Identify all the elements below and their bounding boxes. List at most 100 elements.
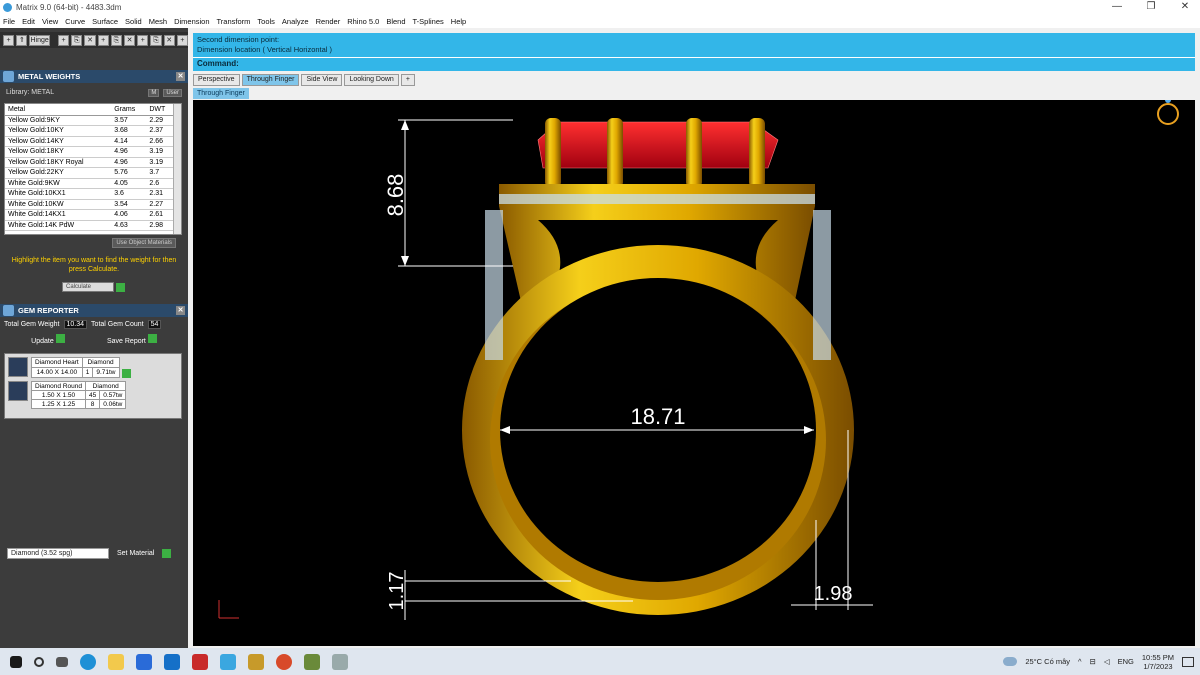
menu-help[interactable]: Help	[451, 17, 466, 26]
table-row[interactable]: White Gold:14K PdW 4.63 2.98	[5, 220, 175, 231]
library-user-toggle[interactable]: User	[163, 89, 182, 97]
set-material-go-icon[interactable]	[162, 549, 172, 558]
tool-hinge-button[interactable]: Hinge	[29, 34, 50, 46]
calculate-button[interactable]: Calculate	[62, 282, 114, 292]
network-icon[interactable]: ⊟	[1090, 657, 1096, 666]
table-row[interactable]: Yellow Gold:18KY Royal 4.96 3.19	[5, 157, 175, 168]
menu-surface[interactable]: Surface	[92, 17, 118, 26]
command-prompt[interactable]: Command:	[193, 57, 1195, 70]
edge-icon[interactable]	[80, 653, 96, 670]
tool-copy-button[interactable]: ⎘	[71, 34, 83, 46]
viewport-3d[interactable]: 8.68 18.71 1.17 1.98	[193, 97, 1195, 646]
save-report-go-icon[interactable]	[147, 334, 157, 343]
tool-add-button[interactable]: +	[176, 34, 189, 46]
app-red-icon[interactable]	[192, 653, 208, 670]
tray-chevron-icon[interactable]: ^	[1078, 657, 1082, 666]
notifications-icon[interactable]	[1182, 656, 1194, 667]
tab-looking-down[interactable]: Looking Down	[344, 74, 399, 86]
tool-delete-button[interactable]: ✕	[163, 34, 175, 46]
gem-row[interactable]: 1.25 X 1.25 8 0.06tw	[31, 399, 127, 409]
calculate-go-icon[interactable]	[116, 282, 125, 292]
metal-table: Metal Grams DWT Yellow Gold:9KY 3.57 2.29 Y…	[4, 103, 182, 235]
table-row[interactable]: Yellow Gold:10KY 3.68 2.37	[5, 125, 175, 137]
gem-row[interactable]: 14.00 X 14.00 1 9.71tw	[31, 367, 120, 378]
table-row[interactable]: Yellow Gold:18KY 4.96 3.19	[5, 146, 175, 158]
tool-add-button[interactable]: +	[3, 34, 15, 46]
close-button[interactable]: ✕	[1170, 0, 1200, 14]
library-m-toggle[interactable]: M	[148, 89, 160, 97]
menu-analyze[interactable]: Analyze	[282, 17, 309, 26]
menu-mesh[interactable]: Mesh	[149, 17, 167, 26]
table-row[interactable]: Yellow Gold:14KY 4.14 2.66	[5, 136, 175, 147]
material-dropdown[interactable]: Diamond (3.52 spg)	[7, 548, 109, 559]
menu-file[interactable]: File	[3, 17, 15, 26]
tool-copy-button[interactable]: ⎘	[150, 34, 162, 46]
menu-rhino[interactable]: Rhino 5.0	[347, 17, 379, 26]
search-icon[interactable]	[34, 656, 44, 667]
tool-copy-button[interactable]: ⎘	[110, 34, 123, 46]
close-icon[interactable]: ✕	[176, 72, 185, 81]
tool-add-button[interactable]: +	[97, 34, 109, 46]
menu-view[interactable]: View	[42, 17, 58, 26]
metal-dwt: 2.37	[146, 125, 175, 137]
tool-add-button[interactable]: +	[58, 34, 70, 46]
update-go-icon[interactable]	[55, 334, 65, 343]
language-icon[interactable]: ENG	[1118, 657, 1134, 666]
tool-up-button[interactable]: ⇑	[16, 34, 28, 46]
tool-add-button[interactable]: +	[137, 34, 149, 46]
file-explorer-icon[interactable]	[108, 653, 124, 670]
menu-dimension[interactable]: Dimension	[174, 17, 209, 26]
table-row[interactable]: Yellow Gold:9KY 3.57 2.29	[5, 115, 175, 126]
store-icon[interactable]	[136, 653, 152, 670]
tab-through-finger[interactable]: Through Finger	[241, 74, 300, 86]
gem-select-icon[interactable]	[121, 369, 131, 378]
menu-tsplines[interactable]: T-Splines	[413, 17, 444, 26]
menu-render[interactable]: Render	[316, 17, 341, 26]
windows-start-icon[interactable]	[10, 655, 22, 668]
metal-name: White Gold:14K PdW	[5, 220, 112, 231]
table-row[interactable]: White Gold:10KX1 3.6 2.31	[5, 188, 175, 200]
use-object-materials-button[interactable]: Use Object Materials	[112, 238, 176, 248]
menu-transform[interactable]: Transform	[217, 17, 251, 26]
gem-group: Diamond Heart Diamond 14.00 X 14.00 1 9.71t…	[8, 357, 178, 378]
matrix-app-icon[interactable]	[220, 653, 236, 670]
column-header-dwt[interactable]: DWT	[146, 104, 175, 116]
column-header-grams[interactable]: Grams	[111, 104, 147, 116]
weather-text[interactable]: 25°C Có mây	[1025, 657, 1070, 666]
menu-edit[interactable]: Edit	[22, 17, 35, 26]
table-row[interactable]: Yellow Gold:22KY 5.76 3.7	[5, 167, 175, 179]
volume-icon[interactable]: ◁	[1104, 657, 1110, 666]
metal-table-scrollbar[interactable]	[173, 104, 181, 234]
add-tab-button[interactable]: +	[400, 74, 415, 86]
library-row: Library: METAL M User	[0, 83, 188, 103]
table-row[interactable]: White Gold:10KW 3.54 2.27	[5, 199, 175, 210]
minimize-button[interactable]: —	[1102, 0, 1132, 14]
app-grey-icon[interactable]	[332, 653, 348, 670]
menu-curve[interactable]: Curve	[65, 17, 85, 26]
app-green-icon[interactable]	[304, 653, 320, 670]
menu-solid[interactable]: Solid	[125, 17, 142, 26]
clock-time[interactable]: 10:55 PM	[1142, 653, 1174, 662]
tab-perspective[interactable]: Perspective	[193, 74, 240, 86]
set-material-button[interactable]: Set Material	[117, 550, 154, 557]
gem-row[interactable]: 1.50 X 1.50 45 0.57tw	[31, 390, 127, 400]
menu-tools[interactable]: Tools	[257, 17, 275, 26]
maximize-button[interactable]: ❐	[1136, 0, 1166, 14]
tab-side-view[interactable]: Side View	[301, 74, 343, 86]
menu-blend[interactable]: Blend	[386, 17, 405, 26]
table-row[interactable]: White Gold:9KW 4.05 2.6	[5, 178, 175, 189]
tool-delete-button[interactable]: ✕	[84, 34, 96, 46]
clock-date[interactable]: 1/7/2023	[1142, 662, 1174, 671]
viewport-title[interactable]: Through Finger	[193, 88, 249, 99]
mail-icon[interactable]	[164, 653, 180, 670]
table-row[interactable]: White Gold:14KX1 4.06 2.61	[5, 209, 175, 221]
save-report-button[interactable]: Save Report	[107, 338, 146, 345]
task-view-icon[interactable]	[56, 656, 68, 667]
total-gem-weight-value: 10.34	[63, 320, 88, 329]
update-button[interactable]: Update	[31, 338, 54, 345]
chrome-icon[interactable]	[276, 653, 292, 670]
app-gold-icon[interactable]	[248, 653, 264, 670]
column-header-metal[interactable]: Metal	[5, 104, 112, 116]
tool-delete-button[interactable]: ✕	[124, 34, 136, 46]
close-icon[interactable]: ✕	[176, 306, 185, 315]
